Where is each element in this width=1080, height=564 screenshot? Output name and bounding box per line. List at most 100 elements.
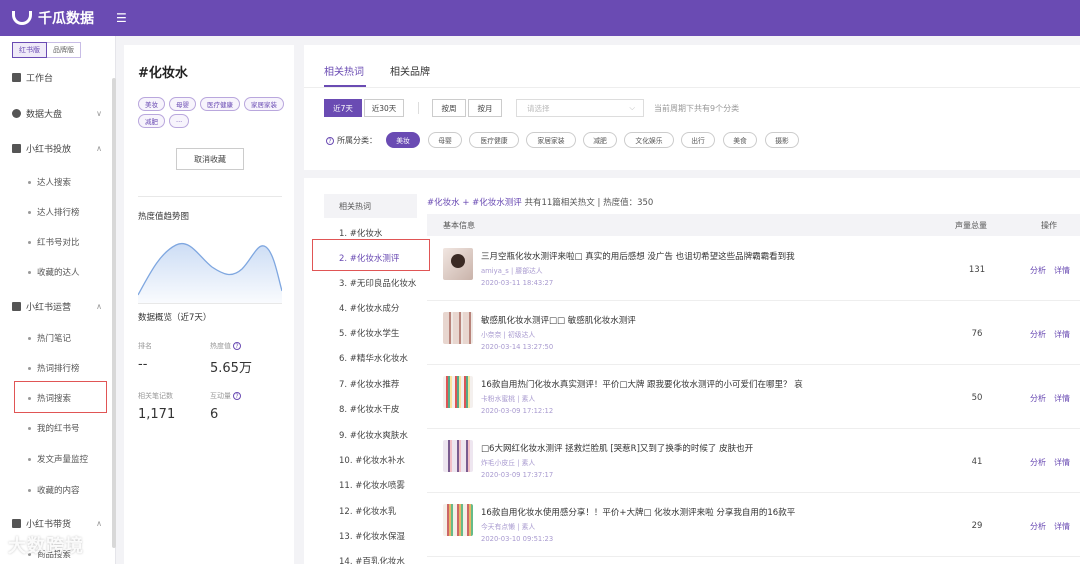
word-item[interactable]: 4. #化妆水成分 [339, 302, 399, 314]
crumb-link[interactable]: #化妆水测评 [472, 198, 522, 208]
sidebar-section-commerce[interactable]: 小红书带货 ∧ [0, 514, 116, 532]
sidebar-item-influencer-search[interactable]: 达人搜索 [28, 176, 71, 188]
word-item[interactable]: 1. #化妆水 [339, 227, 382, 239]
word-item[interactable]: 14. #百乳化妆水 [339, 555, 405, 564]
analyze-link[interactable]: 分析 [1030, 265, 1046, 276]
word-item[interactable]: 12. #化妆水乳 [339, 505, 396, 517]
crumb-link[interactable]: #化妆水 [427, 198, 460, 208]
detail-link[interactable]: 详情 [1054, 329, 1070, 340]
note-thumbnail[interactable] [443, 440, 473, 472]
help-icon[interactable]: ? [326, 136, 334, 145]
word-item[interactable]: 5. #化妆水学生 [339, 327, 399, 339]
note-title[interactable]: 三月空瓶化妆水测评来啦□ 真实的用后感想 没广告 也诅切希望这些品牌霸霸看到我 [481, 250, 795, 262]
sidebar-item-my-account[interactable]: 我的红书号 [28, 422, 80, 434]
analyze-link[interactable]: 分析 [1030, 393, 1046, 404]
period-30d-button[interactable]: 近30天 [364, 99, 404, 117]
note-title[interactable]: □6大网红化妆水测评 拯救烂脸肌 [哭惹R]又到了换季的时候了 皮肤也开 [481, 442, 753, 454]
more-tags-button[interactable]: ... [169, 114, 190, 128]
menu-icon[interactable]: ☰ [116, 11, 127, 25]
category-chip[interactable]: 减肥 [583, 132, 617, 148]
tab-related-brands[interactable]: 相关品牌 [390, 63, 430, 78]
help-icon[interactable]: ? [233, 392, 241, 400]
detail-link[interactable]: 详情 [1054, 265, 1070, 276]
note-author[interactable]: amiya_s | 腰部达人 [481, 265, 543, 275]
version-tabs: 红书版 品牌版 [12, 42, 115, 58]
table-row[interactable]: 三月空瓶化妆水测评来啦□ 真实的用后感想 没广告 也诅切希望这些品牌霸霸看到我 … [427, 238, 1080, 301]
table-row[interactable]: 16款自用化妆水使用感分享！！平价+大牌□ 化妆水测评来啦 分享我自用的16款平… [427, 494, 1080, 557]
note-author[interactable]: 炸毛小皮丘 | 素人 [481, 457, 535, 467]
note-title[interactable]: 敏感肌化妆水测评□□ 敏感肌化妆水测评 [481, 314, 636, 326]
category-chip[interactable]: 摄影 [765, 132, 799, 148]
table-row[interactable]: 敏感肌化妆水测评□□ 敏感肌化妆水测评 小奈奈 | 初级达人 2020-03-1… [427, 302, 1080, 365]
analyze-link[interactable]: 分析 [1030, 457, 1046, 468]
sidebar-section-dashboard[interactable]: 数据大盘 ∨ [0, 104, 116, 122]
analyze-link[interactable]: 分析 [1030, 521, 1046, 532]
detail-link[interactable]: 详情 [1054, 521, 1070, 532]
category-chip[interactable]: 母婴 [428, 132, 462, 148]
sidebar-item-hot-notes[interactable]: 热门笔记 [28, 332, 71, 344]
category-chip[interactable]: 美食 [723, 132, 757, 148]
divider [138, 303, 282, 304]
tag-chip: 家居家装 [244, 97, 284, 111]
note-author[interactable]: 今天有点懒 | 素人 [481, 521, 535, 531]
sidebar-scrollbar[interactable] [112, 78, 116, 548]
category-label: ? 所属分类： [326, 135, 377, 146]
table-row[interactable]: 16款自用热门化妆水真实测评！平价□大牌 跟我要化妆水测评的小可爱们在哪里？ 哀… [427, 366, 1080, 429]
word-item[interactable]: 3. #无印良品化妆水 [339, 277, 416, 289]
category-chip[interactable]: 医疗健康 [469, 132, 519, 148]
detail-link[interactable]: 详情 [1054, 457, 1070, 468]
logo[interactable]: 千瓜数据 [12, 8, 94, 28]
monthly-button[interactable]: 按月 [468, 99, 502, 117]
help-icon[interactable]: ? [233, 342, 241, 350]
category-chip[interactable]: 家居家装 [526, 132, 576, 148]
sidebar-item-fav-influencers[interactable]: 收藏的达人 [28, 266, 80, 278]
note-thumbnail[interactable] [443, 504, 473, 536]
sidebar-section-label: 小红书投放 [26, 144, 72, 155]
sidebar-item-fav-content[interactable]: 收藏的内容 [28, 484, 80, 496]
word-item[interactable]: 8. #化妆水干皮 [339, 403, 399, 415]
interact-value: 6 [210, 407, 219, 422]
rank-label: 排名 [138, 342, 152, 350]
word-item[interactable]: 6. #精华水化妆水 [339, 352, 408, 364]
note-title[interactable]: 16款自用化妆水使用感分享！！平价+大牌□ 化妆水测评来啦 分享我自用的16款平 [481, 506, 795, 518]
sidebar-item-influencer-rank[interactable]: 达人排行榜 [28, 206, 80, 218]
sidebar-item-hotword-rank[interactable]: 热词排行榜 [28, 362, 80, 374]
sidebar-item-workbench[interactable]: 工作台 [0, 68, 116, 86]
note-author[interactable]: 卡粉水蜜桃 | 素人 [481, 393, 535, 403]
note-thumbnail[interactable] [443, 312, 473, 344]
table-row[interactable]: □6大网红化妆水测评 拯救烂脸肌 [哭惹R]又到了换季的时候了 皮肤也开 炸毛小… [427, 430, 1080, 493]
note-title[interactable]: 16款自用热门化妆水真实测评！平价□大牌 跟我要化妆水测评的小可爱们在哪里？ 哀 [481, 378, 803, 390]
weekly-button[interactable]: 按周 [432, 99, 466, 117]
category-chip[interactable]: 出行 [681, 132, 715, 148]
note-thumbnail[interactable] [443, 376, 473, 408]
keyword-card: #化妆水 美妆 母婴 医疗健康 家居家装 减肥 ... 取消收藏 热度值趋势图 … [124, 45, 294, 564]
category-chip[interactable]: 文化娱乐 [624, 132, 674, 148]
word-item[interactable]: 11. #化妆水喷雾 [339, 479, 405, 491]
category-chip[interactable]: 美妆 [386, 132, 420, 148]
unfavorite-button[interactable]: 取消收藏 [176, 148, 244, 170]
word-item[interactable]: 10. #化妆水补水 [339, 454, 405, 466]
period-select[interactable]: 请选择 ⌵ [516, 99, 644, 117]
analyze-link[interactable]: 分析 [1030, 329, 1046, 340]
detail-link[interactable]: 详情 [1054, 393, 1070, 404]
word-item[interactable]: 9. #化妆水爽肤水 [339, 429, 408, 441]
tag-chip: 减肥 [138, 114, 165, 128]
sidebar-item-volume-monitor[interactable]: 发文声量监控 [28, 453, 88, 465]
sidebar-section-operation[interactable]: 小红书运营 ∧ [0, 297, 116, 315]
sidebar-section-label: 数据大盘 [26, 109, 63, 120]
note-thumbnail[interactable] [443, 248, 473, 280]
sidebar-section-delivery[interactable]: 小红书投放 ∧ [0, 139, 116, 157]
word-item[interactable]: 13. #化妆水保湿 [339, 530, 405, 542]
top-bar: 千瓜数据 ☰ [0, 0, 1080, 36]
note-author[interactable]: 小奈奈 | 初级达人 [481, 329, 535, 339]
version-tab-red[interactable]: 红书版 [12, 42, 47, 58]
trend-title: 热度值趋势图 [138, 212, 190, 222]
sidebar-item-account-compare[interactable]: 红书号对比 [28, 236, 80, 248]
tab-related-words[interactable]: 相关热词 [324, 63, 364, 78]
filter-card: 相关热词 相关品牌 近7天 近30天 按周 按月 请选择 ⌵ 当前周期下共有9个分… [304, 45, 1080, 170]
word-item[interactable]: 7. #化妆水推荐 [339, 378, 399, 390]
version-tab-brand[interactable]: 品牌版 [47, 42, 81, 58]
notes-label: 相关笔记数 [138, 392, 173, 400]
period-7d-button[interactable]: 近7天 [324, 99, 362, 117]
crumb-separator: + [459, 198, 473, 208]
